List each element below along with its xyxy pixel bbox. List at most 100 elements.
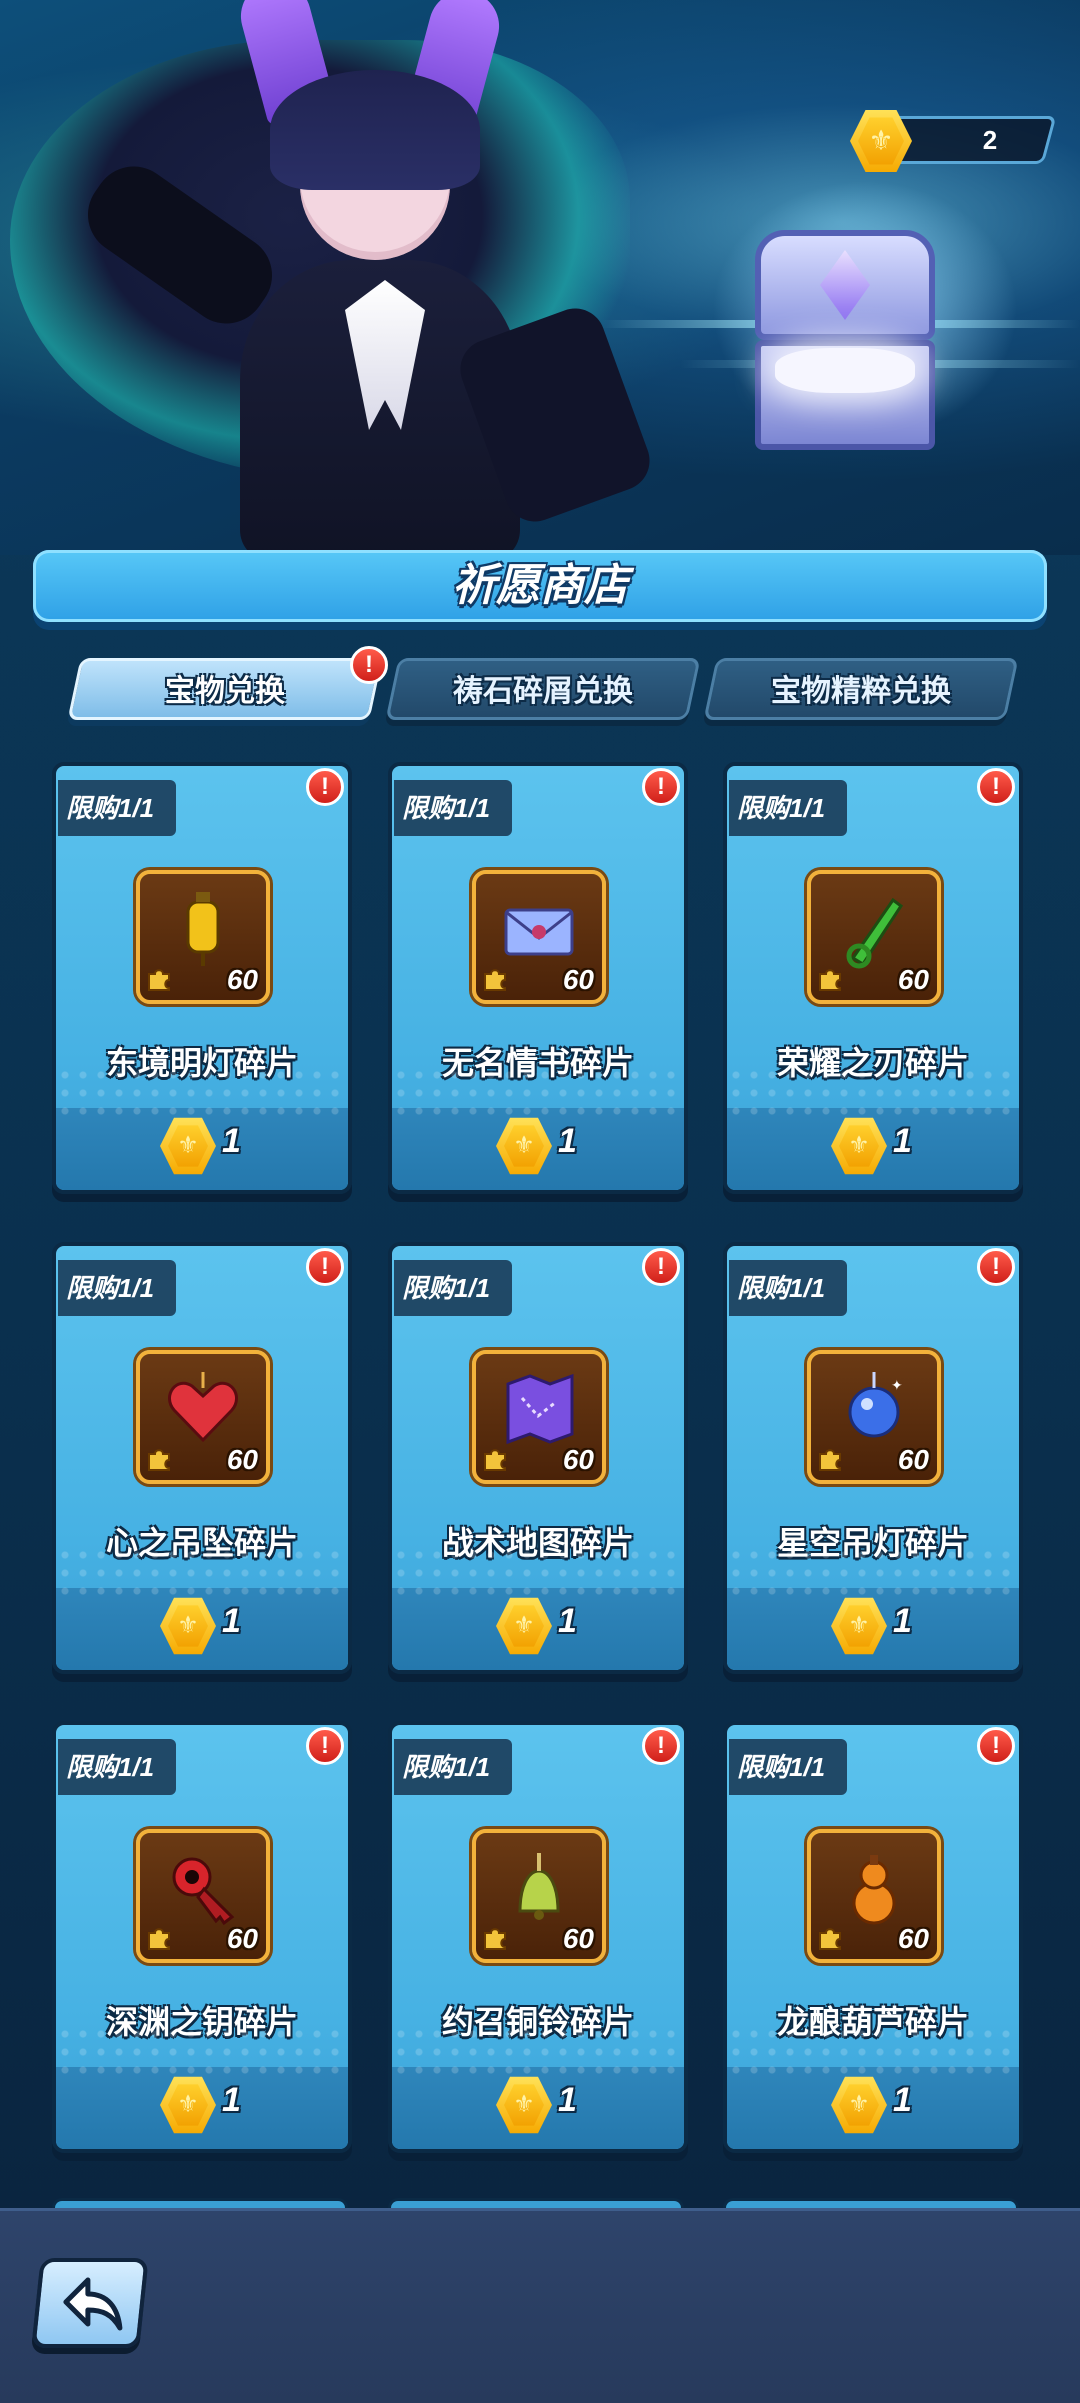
- item-name: 东境明灯碎片: [105, 1045, 298, 1081]
- shop-item-card[interactable]: 限购1/1 ! 60 战术地图碎片 ⚜ 1: [388, 1242, 688, 1674]
- letter-icon: [504, 908, 574, 956]
- item-count: 60: [897, 964, 929, 995]
- price-bar[interactable]: ⚜ 1: [392, 1588, 684, 1670]
- purchase-limit-tag: 限购1/1: [58, 780, 176, 836]
- item-count: 60: [226, 1923, 258, 1954]
- hex-coin-icon: ⚜: [831, 1596, 887, 1656]
- map-icon: [506, 1373, 574, 1445]
- item-name: 星空吊灯碎片: [776, 1525, 969, 1561]
- shop-item-card[interactable]: 限购1/1 ! 60 荣耀之刃碎片 ⚜ 1: [723, 762, 1023, 1194]
- bell-icon: [518, 1853, 560, 1920]
- item-price: 1: [558, 2081, 577, 2119]
- item-icon-frame: 60: [807, 1829, 941, 1963]
- character-bangs: [270, 70, 480, 190]
- item-count: 60: [562, 964, 594, 995]
- item-notification-badge: !: [642, 1727, 680, 1765]
- tab-treasure-essence-exchange[interactable]: 宝物精粹兑换: [703, 658, 1019, 720]
- tab-label: 宝物精粹兑换: [771, 675, 951, 708]
- item-price: 1: [222, 2081, 241, 2119]
- lantern-icon: [186, 892, 220, 966]
- item-price: 1: [558, 1122, 577, 1160]
- item-price: 1: [893, 2081, 912, 2119]
- item-count: 60: [562, 1444, 594, 1475]
- price-bar[interactable]: ⚜ 1: [727, 2067, 1019, 2149]
- price-bar[interactable]: ⚜ 1: [56, 2067, 348, 2149]
- price-bar[interactable]: ⚜ 1: [56, 1588, 348, 1670]
- item-price: 1: [222, 1122, 241, 1160]
- purchase-limit-tag: 限购1/1: [729, 1739, 847, 1795]
- hero-banner: [0, 0, 1080, 555]
- item-count: 60: [897, 1444, 929, 1475]
- heart-pendant-icon: [168, 1372, 238, 1443]
- item-icon-frame: 60: [472, 1350, 606, 1484]
- tab-treasure-exchange[interactable]: 宝物兑换: [67, 658, 383, 720]
- bottom-bar: [0, 2208, 1080, 2403]
- shop-item-card[interactable]: 限购1/1 ! 60 龙酿葫芦碎片 ⚜ 1: [723, 1721, 1023, 2153]
- currency-amount: 2: [982, 125, 998, 155]
- tab-notification-badge: !: [350, 646, 388, 684]
- item-notification-badge: !: [977, 768, 1015, 806]
- item-price: 1: [558, 1602, 577, 1640]
- item-name: 无名情书碎片: [441, 1045, 634, 1081]
- purchase-limit-tag: 限购1/1: [729, 1260, 847, 1316]
- shop-item-card[interactable]: 限购1/1 ! 60 深渊之钥碎片 ⚜ 1: [52, 1721, 352, 2153]
- shop-item-card[interactable]: 限购1/1 ! 60 东境明灯碎片 ⚜ 1: [52, 762, 352, 1194]
- item-icon-frame: 60: [807, 870, 941, 1004]
- item-notification-badge: !: [306, 768, 344, 806]
- item-notification-badge: !: [977, 1727, 1015, 1765]
- shop-title-bar: 祈愿商店: [33, 550, 1047, 622]
- puzzle-piece-icon: [819, 969, 841, 991]
- purchase-limit-tag: 限购1/1: [729, 780, 847, 836]
- svg-text:✦: ✦: [891, 1377, 903, 1393]
- item-icon-frame: 60: [472, 1829, 606, 1963]
- treasure-chest: [755, 230, 935, 450]
- item-name: 心之吊坠碎片: [105, 1525, 298, 1561]
- hex-coin-icon: ⚜: [496, 1596, 552, 1656]
- price-bar[interactable]: ⚜ 1: [392, 2067, 684, 2149]
- price-bar[interactable]: ⚜ 1: [727, 1588, 1019, 1670]
- item-price: 1: [222, 1602, 241, 1640]
- shop-item-card[interactable]: 限购1/1 ! 60 约召铜铃碎片 ⚜ 1: [388, 1721, 688, 2153]
- purchase-limit-tag: 限购1/1: [394, 780, 512, 836]
- item-icon-frame: 60: [136, 1829, 270, 1963]
- gourd-icon: [852, 1855, 896, 1925]
- puzzle-piece-icon: [484, 1449, 506, 1471]
- price-bar[interactable]: ⚜ 1: [727, 1108, 1019, 1190]
- tab-label: 祷石碎屑兑换: [453, 675, 633, 708]
- item-icon-frame: 60: [136, 870, 270, 1004]
- item-count: 60: [897, 1923, 929, 1954]
- back-arrow-icon: [63, 2277, 123, 2331]
- puzzle-piece-icon: [484, 1928, 506, 1950]
- hex-coin-icon: ⚜: [160, 1116, 216, 1176]
- shop-item-card[interactable]: 限购1/1 ! 60 心之吊坠碎片 ⚜ 1: [52, 1242, 352, 1674]
- hex-coin-icon: ⚜: [831, 1116, 887, 1176]
- currency-display: ⚜ 2: [850, 108, 1057, 173]
- item-price: 1: [893, 1602, 912, 1640]
- hex-coin-icon: ⚜: [496, 2075, 552, 2135]
- item-count: 60: [562, 1923, 594, 1954]
- puzzle-piece-icon: [148, 1928, 170, 1950]
- shop-title: 祈愿商店: [452, 561, 628, 610]
- hex-coin-icon: ⚜: [850, 108, 912, 174]
- tab-prayer-stone-exchange[interactable]: 祷石碎屑兑换: [385, 658, 701, 720]
- puzzle-piece-icon: [484, 969, 506, 991]
- hex-coin-icon: ⚜: [160, 2075, 216, 2135]
- item-name: 深渊之钥碎片: [105, 2004, 298, 2040]
- shop-item-card[interactable]: 限购1/1 ! ✦ 60 星空吊灯碎片 ⚜ 1: [723, 1242, 1023, 1674]
- item-name: 约召铜铃碎片: [441, 2004, 634, 2040]
- price-bar[interactable]: ⚜ 1: [56, 1108, 348, 1190]
- purchase-limit-tag: 限购1/1: [58, 1739, 176, 1795]
- price-bar[interactable]: ⚜ 1: [392, 1108, 684, 1190]
- purchase-limit-tag: 限购1/1: [58, 1260, 176, 1316]
- key-icon: [172, 1857, 235, 1926]
- item-icon-frame: ✦ 60: [807, 1350, 941, 1484]
- item-notification-badge: !: [306, 1727, 344, 1765]
- item-price: 1: [893, 1122, 912, 1160]
- item-notification-badge: !: [642, 768, 680, 806]
- hex-coin-icon: ⚜: [496, 1116, 552, 1176]
- back-button[interactable]: [31, 2258, 149, 2348]
- shop-item-card[interactable]: 限购1/1 ! 60 无名情书碎片 ⚜ 1: [388, 762, 688, 1194]
- item-notification-badge: !: [306, 1248, 344, 1286]
- star-lamp-icon: ✦: [848, 1372, 903, 1438]
- hex-coin-icon: ⚜: [160, 1596, 216, 1656]
